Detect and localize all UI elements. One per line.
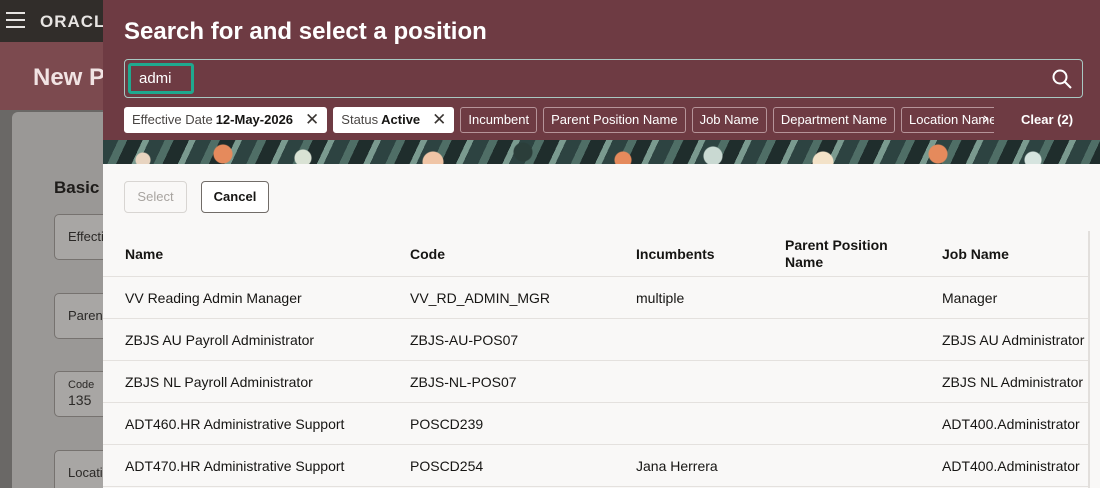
table-row[interactable]: VV Reading Admin Manager VV_RD_ADMIN_MGR… — [103, 277, 1088, 319]
hamburger-menu-icon[interactable] — [6, 12, 25, 28]
filter-chips: Effective Date 12-May-2026 ✕ Status Active ✕ I… — [124, 107, 994, 133]
remove-filter-icon[interactable]: ✕ — [432, 108, 446, 132]
column-header-incumbents[interactable]: Incumbents — [636, 246, 715, 262]
cell-job-name: ZBJS NL Administrator — [942, 374, 1084, 390]
app-topbar: ORACLE — [0, 0, 117, 42]
cell-code: VV_RD_ADMIN_MGR — [410, 290, 551, 306]
clear-filters-button[interactable]: Clear (2) — [1021, 112, 1073, 127]
column-header-code[interactable]: Code — [410, 246, 445, 262]
table-scrollbar[interactable] — [1088, 231, 1090, 488]
table-row[interactable]: ZBJS AU Payroll Administrator ZBJS-AU-PO… — [103, 319, 1088, 361]
section-title: Basic — [54, 178, 100, 197]
decorative-banner — [103, 140, 1100, 164]
cell-name: ADT470.HR Administrative Support — [125, 458, 345, 474]
table-row[interactable]: ADT460.HR Administrative Support POSCD23… — [103, 403, 1088, 445]
cell-job-name: Manager — [942, 290, 998, 306]
cell-incumbents: Jana Herrera — [636, 458, 718, 474]
filter-chip-location-name[interactable]: Location Name — [901, 107, 994, 133]
cell-code: POSCD254 — [410, 458, 484, 474]
filter-chip-incumbent[interactable]: Incumbent — [460, 107, 538, 133]
cell-job-name: ADT400.Administrator — [942, 416, 1080, 432]
cell-name: ADT460.HR Administrative Support — [125, 416, 345, 432]
position-search-dialog: Search for and select a position admi Ef… — [103, 0, 1100, 488]
table-row[interactable]: ZBJS NL Payroll Administrator ZBJS-NL-PO… — [103, 361, 1088, 403]
filter-chip-job-name[interactable]: Job Name — [691, 107, 767, 133]
remove-filter-icon[interactable]: ✕ — [305, 108, 319, 132]
cell-name: VV Reading Admin Manager — [125, 290, 302, 306]
filter-chip-effective-date[interactable]: Effective Date 12-May-2026 ✕ — [124, 107, 328, 133]
positions-table: Name Code Incumbents Parent Position Nam… — [103, 231, 1088, 487]
cell-job-name: ZBJS AU Administrator — [942, 332, 1085, 348]
cell-code: ZBJS-AU-POS07 — [410, 332, 519, 348]
column-header-parent-position-name[interactable]: Parent Position Name — [785, 237, 905, 271]
page-title: New P — [33, 64, 106, 91]
filter-chip-department-name[interactable]: Department Name — [772, 107, 896, 133]
search-icon[interactable] — [1051, 68, 1073, 90]
cell-name: ZBJS AU Payroll Administrator — [125, 332, 315, 348]
cell-job-name: ADT400.Administrator — [942, 458, 1080, 474]
cancel-button[interactable]: Cancel — [201, 181, 269, 213]
dialog-title: Search for and select a position — [124, 18, 487, 45]
table-row[interactable]: ADT470.HR Administrative Support POSCD25… — [103, 445, 1088, 487]
search-input[interactable]: admi — [124, 59, 1083, 98]
filter-chip-status[interactable]: Status Active ✕ — [333, 107, 455, 133]
column-header-name[interactable]: Name — [125, 246, 163, 262]
cell-code: ZBJS-NL-POS07 — [410, 374, 517, 390]
cell-code: POSCD239 — [410, 416, 484, 432]
select-button[interactable]: Select — [124, 181, 187, 213]
search-query[interactable]: admi — [128, 63, 194, 94]
filter-chip-parent-position-name[interactable]: Parent Position Name — [543, 107, 686, 133]
table-header: Name Code Incumbents Parent Position Nam… — [103, 231, 1088, 277]
cell-name: ZBJS NL Payroll Administrator — [125, 374, 313, 390]
column-header-job-name[interactable]: Job Name — [942, 246, 1009, 262]
cell-incumbents: multiple — [636, 290, 685, 306]
chevron-right-icon[interactable]: › — [983, 110, 988, 128]
